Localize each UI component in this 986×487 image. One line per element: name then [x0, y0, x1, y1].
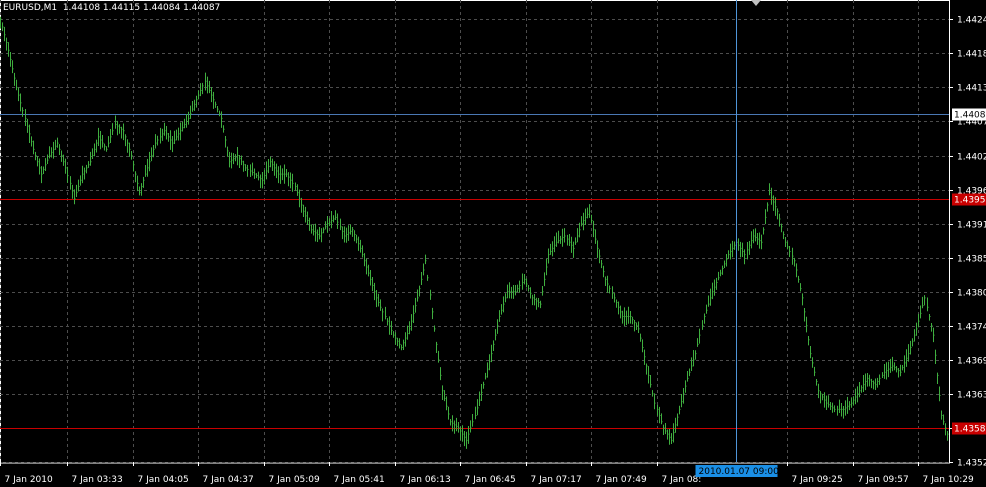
x-tick-label: 7 Jan 08: [662, 475, 702, 485]
price-label: 1.44087 [954, 111, 986, 121]
price-label: 1.43950 [954, 196, 986, 206]
plot-frame [0, 0, 950, 464]
x-tick-label: 7 Jan 07:17 [531, 475, 582, 485]
shift-marker-icon[interactable] [751, 0, 761, 6]
x-tick-label: 7 Jan 09:57 [858, 475, 909, 485]
x-tick-label: 7 Jan 04:37 [203, 475, 254, 485]
price-chart[interactable]: 1.442401.441851.441301.440751.440201.439… [0, 0, 986, 487]
y-tick-label: 1.43800 [957, 289, 986, 299]
x-tick-label: 7 Jan 07:49 [596, 475, 648, 485]
x-tick-label: 7 Jan 04:05 [138, 475, 189, 485]
y-tick-label: 1.44130 [957, 84, 986, 94]
y-tick-label: 1.44020 [957, 153, 986, 163]
x-tick-label: 7 Jan 2010 [5, 475, 53, 485]
y-tick-label: 1.44185 [957, 50, 986, 60]
symbol-header: EURUSD,M1 1.44108 1.44115 1.44084 1.4408… [3, 3, 221, 13]
crosshair-time-label: 2010.01.07 09:00 [699, 467, 780, 477]
y-tick-label: 1.43525 [957, 459, 986, 469]
x-tick-label: 7 Jan 03:33 [72, 475, 123, 485]
x-tick-label: 7 Jan 09:25 [792, 475, 843, 485]
x-tick-label: 7 Jan 06:45 [465, 475, 516, 485]
chart-window[interactable]: 1.442401.441851.441301.440751.440201.439… [0, 0, 986, 487]
x-tick-label: 7 Jan 05:41 [334, 475, 385, 485]
x-tick-label: 7 Jan 06:13 [400, 475, 451, 485]
y-tick-label: 1.43635 [957, 391, 986, 401]
y-tick-label: 1.43690 [957, 357, 986, 367]
y-tick-label: 1.43855 [957, 255, 986, 265]
y-tick-label: 1.43745 [957, 323, 986, 333]
y-tick-label: 1.44240 [957, 16, 986, 26]
x-tick-label: 7 Jan 05:09 [269, 475, 321, 485]
price-label: 1.43580 [954, 425, 986, 435]
y-tick-label: 1.43910 [957, 221, 986, 231]
x-tick-label: 7 Jan 10:29 [923, 475, 975, 485]
